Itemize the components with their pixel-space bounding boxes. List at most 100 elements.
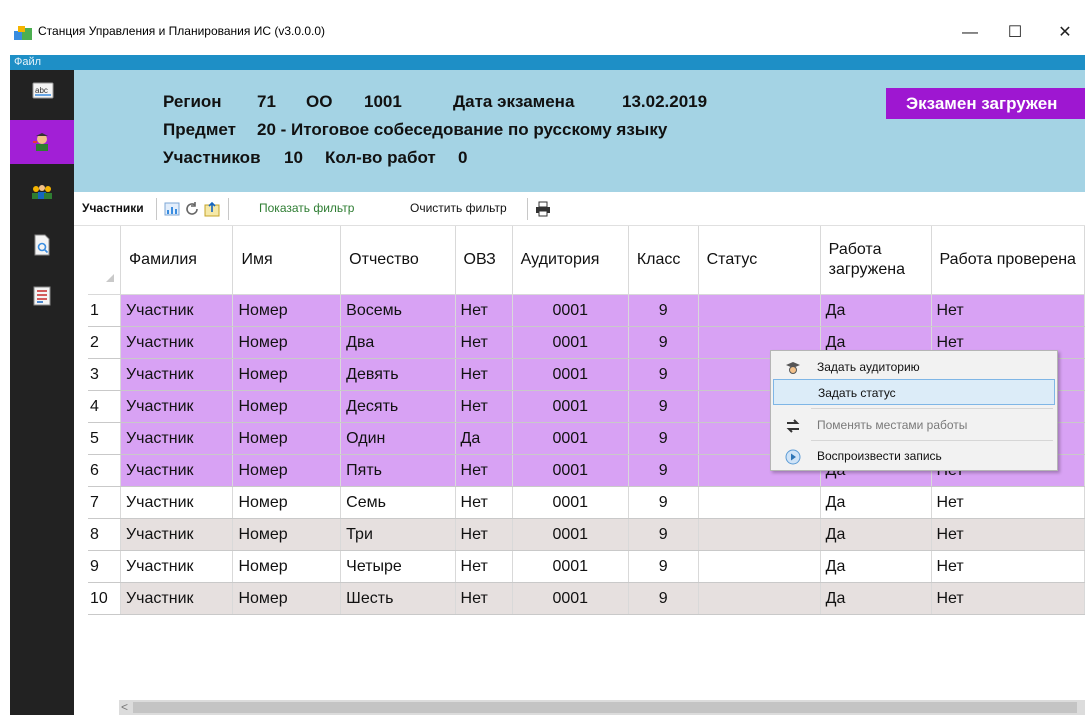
table-cell[interactable]: Да [820,550,932,583]
table-cell[interactable]: Номер [232,422,342,455]
table-cell[interactable]: Нет [455,294,513,327]
column-header[interactable]: ОВЗ [455,226,513,295]
table-cell[interactable]: Номер [232,454,342,487]
minimize-button[interactable]: — [950,20,990,46]
row-number[interactable]: 4 [88,390,121,423]
table-cell[interactable]: Номер [232,326,342,359]
table-cell[interactable]: Нет [455,582,513,615]
export-icon[interactable] [204,201,220,217]
table-cell[interactable]: Номер [232,294,342,327]
table-cell[interactable]: Нет [931,294,1085,327]
table-cell[interactable] [698,486,821,519]
table-row[interactable]: 7 Участник Номер Семь Нет 0001 9 Да Нет [88,486,1085,519]
table-cell[interactable] [698,518,821,551]
close-button[interactable]: ✕ [1045,20,1085,46]
table-cell[interactable]: 0001 [512,518,629,551]
table-cell[interactable]: 9 [628,582,699,615]
table-cell[interactable]: Номер [232,358,342,391]
table-cell[interactable]: Номер [232,550,342,583]
table-cell[interactable]: 0001 [512,422,629,455]
row-number[interactable]: 2 [88,326,121,359]
table-cell[interactable]: 9 [628,518,699,551]
row-number[interactable]: 7 [88,486,121,519]
scrollbar-thumb[interactable] [133,702,1077,713]
table-cell[interactable]: Три [340,518,456,551]
table-cell[interactable]: Два [340,326,456,359]
table-cell[interactable]: Нет [931,582,1085,615]
table-cell[interactable]: Нет [455,390,513,423]
table-cell[interactable]: Номер [232,518,342,551]
table-cell[interactable]: Пять [340,454,456,487]
sidebar-item-documents[interactable] [10,224,74,268]
table-cell[interactable]: Нет [455,486,513,519]
table-cell[interactable]: Да [820,294,932,327]
table-cell[interactable]: Восемь [340,294,456,327]
table-cell[interactable]: 0001 [512,550,629,583]
column-header[interactable]: Работа проверена [931,226,1085,295]
table-cell[interactable]: Да [455,422,513,455]
sidebar-item-list[interactable] [10,276,74,320]
row-number[interactable]: 8 [88,518,121,551]
table-cell[interactable]: Нет [455,550,513,583]
menu-item-set-auditorium[interactable]: Задать аудиторию [773,354,1055,380]
row-number[interactable]: 5 [88,422,121,455]
column-header[interactable]: Класс [628,226,699,295]
chart-icon[interactable] [164,201,180,217]
table-cell[interactable]: Девять [340,358,456,391]
table-cell[interactable]: Нет [455,454,513,487]
sidebar-item-groups[interactable] [10,172,74,216]
table-row[interactable]: 9 Участник Номер Четыре Нет 0001 9 Да Нет [88,550,1085,583]
column-header[interactable]: Фамилия [120,226,234,295]
table-cell[interactable]: Да [820,518,932,551]
row-number[interactable]: 9 [88,550,121,583]
table-cell[interactable]: 9 [628,454,699,487]
menu-item-play-recording[interactable]: Воспроизвести запись [773,443,1055,469]
column-header[interactable]: Имя [232,226,342,295]
sidebar-item-abc[interactable]: abc [10,76,74,120]
table-cell[interactable]: Участник [120,422,234,455]
table-cell[interactable]: 0001 [512,582,629,615]
table-cell[interactable]: 9 [628,326,699,359]
table-cell[interactable]: 0001 [512,454,629,487]
horizontal-scrollbar[interactable]: < [119,700,1085,715]
table-cell[interactable]: Участник [120,550,234,583]
print-icon[interactable] [535,201,551,217]
table-cell[interactable]: Номер [232,390,342,423]
column-header[interactable]: Отчество [340,226,456,295]
table-cell[interactable]: Нет [931,518,1085,551]
table-cell[interactable]: Участник [120,582,234,615]
table-cell[interactable] [698,582,821,615]
table-cell[interactable]: Да [820,486,932,519]
table-cell[interactable]: Нет [455,326,513,359]
table-cell[interactable]: 0001 [512,390,629,423]
row-header-corner[interactable] [88,226,121,295]
table-cell[interactable]: Да [820,582,932,615]
scroll-left-arrow[interactable]: < [121,700,128,715]
table-cell[interactable]: Десять [340,390,456,423]
table-cell[interactable]: Семь [340,486,456,519]
menu-file[interactable]: Файл [14,55,41,70]
table-cell[interactable]: 9 [628,550,699,583]
table-cell[interactable]: 9 [628,358,699,391]
sidebar-item-participants[interactable] [10,120,74,164]
table-cell[interactable]: Участник [120,518,234,551]
table-cell[interactable]: 0001 [512,358,629,391]
table-row[interactable]: 10 Участник Номер Шесть Нет 0001 9 Да Нет [88,582,1085,615]
table-cell[interactable]: Четыре [340,550,456,583]
refresh-icon[interactable] [184,201,200,217]
table-cell[interactable]: Шесть [340,582,456,615]
table-cell[interactable]: Нет [455,358,513,391]
table-cell[interactable]: Нет [931,550,1085,583]
table-cell[interactable] [698,550,821,583]
table-cell[interactable]: Один [340,422,456,455]
table-cell[interactable]: 9 [628,390,699,423]
menu-item-swap-works[interactable]: Поменять местами работы [773,412,1055,438]
table-cell[interactable]: Участник [120,326,234,359]
table-cell[interactable]: Участник [120,454,234,487]
table-cell[interactable]: 0001 [512,486,629,519]
table-cell[interactable]: 9 [628,422,699,455]
table-cell[interactable]: Нет [931,486,1085,519]
table-cell[interactable]: Номер [232,486,342,519]
tab-participants[interactable]: Участники [82,201,144,215]
maximize-button[interactable]: ☐ [995,20,1035,46]
